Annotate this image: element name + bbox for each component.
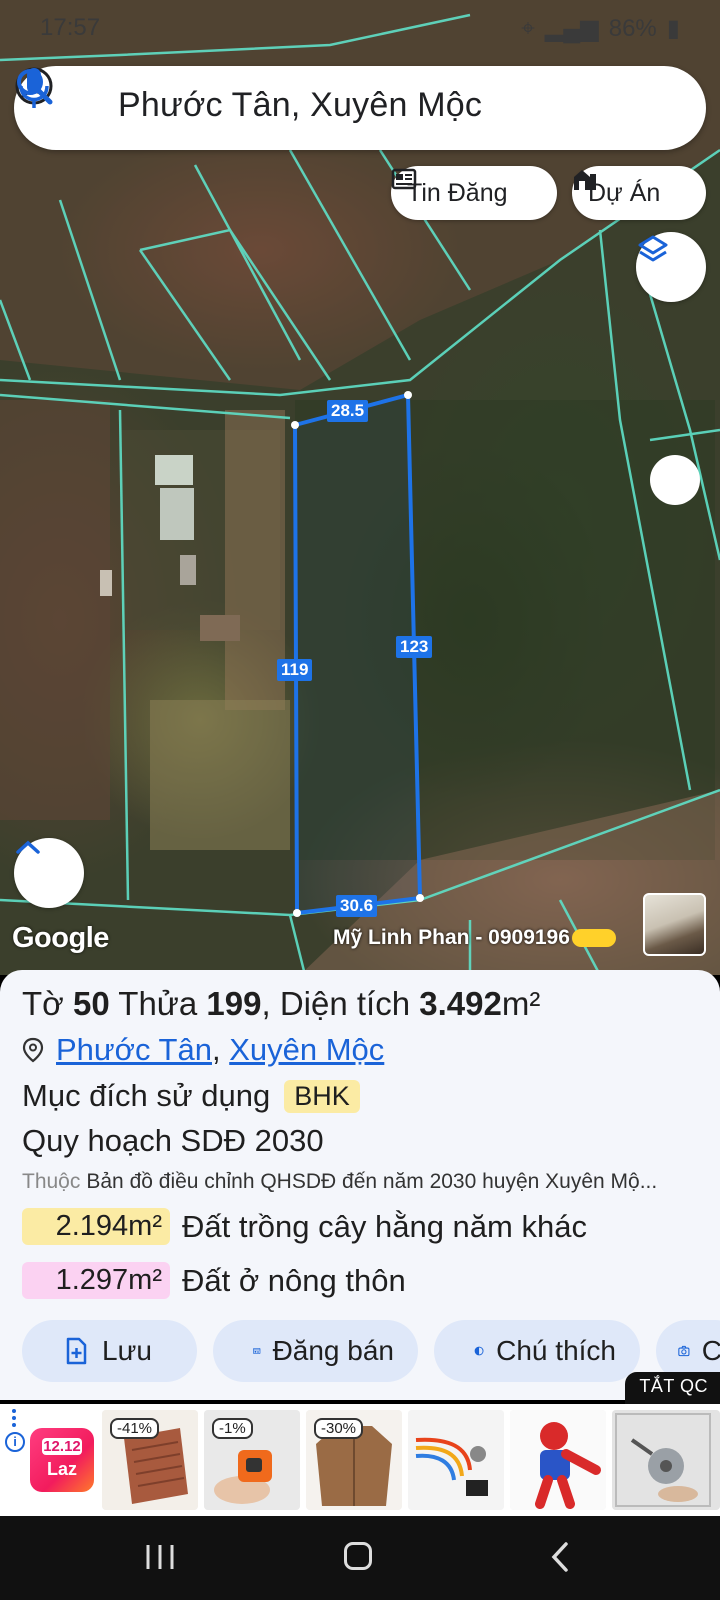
ad-product[interactable]: -30% [306,1410,402,1510]
logo-line1: 12.12 [42,1438,82,1455]
sheet-number: 50 [72,985,110,1022]
battery-icon: ▮ [666,15,680,42]
action-buttons: Lưu Đăng bán Chú thích C [22,1320,720,1382]
building-icon [574,170,596,190]
ad-product[interactable]: -1% [204,1410,300,1510]
close-ads-button[interactable]: TẮT QC [625,1372,720,1404]
purpose-code-badge[interactable]: BHK [284,1079,360,1113]
legend-label: Chú thích [496,1335,616,1366]
land-area-value: 1.297m² [22,1262,170,1299]
location-row: Phước Tân, Xuyên Mộc [22,1032,384,1068]
lazada-logo[interactable]: 12.12 Laz [30,1428,94,1492]
post-for-sale-button[interactable]: Đăng bán [213,1320,418,1382]
land-area-row[interactable]: 1.297m² Đất ở nông thôn [22,1262,406,1299]
recent-apps-icon[interactable] [140,1542,180,1572]
post-for-sale-label: Đăng bán [272,1335,394,1366]
google-logo: Google [12,922,109,954]
ad-info-icon[interactable]: i [5,1432,25,1452]
sheet-label: Tờ [22,985,64,1022]
home-icon[interactable] [344,1542,372,1570]
news-listings-label: Tin Đăng [407,178,508,207]
plot-label: Thửa [118,985,198,1022]
camera-label: C [701,1335,720,1366]
discount-badge: -41% [110,1418,160,1439]
add-document-icon [66,1337,87,1365]
map-handle[interactable] [650,455,700,505]
contrast-icon [474,1346,484,1356]
signal-icon: ▂▄▆ [544,15,599,42]
ward-link[interactable]: Phước Tân [56,1032,212,1067]
battery-level: 86% [608,14,657,42]
land-purpose-row: Mục đích sử dụng BHK [22,1078,360,1114]
microphone-icon[interactable] [14,66,54,110]
status-bar: 17:57 ⌖ ▂▄▆ 86% ▮ [0,0,720,52]
land-area-type: Đất ở nông thôn [182,1262,406,1298]
projects-label: Dự Án [588,178,661,207]
ad-product[interactable] [408,1410,504,1510]
discount-badge: -30% [314,1418,364,1439]
search-bar[interactable]: Phước Tân, Xuyên Mộc [14,66,706,150]
plan-heading: Quy hoạch SDĐ 2030 [22,1123,324,1158]
purpose-label: Mục đích sử dụng [22,1078,271,1113]
district-link[interactable]: Xuyên Mộc [229,1032,384,1067]
location-separator: , [211,1032,221,1067]
plan-source-text: Bản đồ điều chỉnh QHSDĐ đến năm 2030 huy… [86,1170,658,1193]
save-label: Lưu [102,1335,152,1366]
belongs-prefix: Thuộc [22,1170,81,1193]
dimension-label-top: 28.5 [327,400,369,422]
layers-icon [638,235,668,262]
legend-button[interactable]: Chú thích [434,1320,640,1382]
chevron-up-icon [16,840,40,854]
ad-product[interactable] [510,1410,606,1510]
status-icons: ⌖ ▂▄▆ 86% ▮ [521,14,680,43]
plot-number: 199 [206,985,262,1022]
plan-source-row: Thuộc Bản đồ điều chỉnh QHSDĐ đến năm 203… [22,1170,712,1194]
camera-icon [678,1345,690,1357]
map-layers-button[interactable] [636,232,706,302]
area-unit: m² [501,985,541,1022]
agent-contact[interactable]: Mỹ Linh Phan - 0909196 [333,926,616,950]
dimension-label-bottom: 30.6 [336,895,378,917]
news-listings-chip[interactable]: Tin Đăng [391,166,557,220]
land-area-value: 2.194m² [22,1208,170,1245]
dimension-label-left: 119 [277,659,313,681]
ad-product[interactable] [612,1410,720,1510]
location-status-icon: ⌖ [521,14,535,42]
agent-avatar[interactable] [643,893,706,956]
newspaper-icon [391,168,417,190]
land-area-type: Đất trồng cây hằng năm khác [182,1208,587,1244]
status-time: 17:57 [40,14,101,41]
projects-chip[interactable]: Dự Án [572,166,706,220]
area-value: 3.492 [419,985,502,1022]
redacted-number-mark [571,929,616,948]
save-button[interactable]: Lưu [22,1320,197,1382]
dimension-label-right: 123 [396,636,433,658]
parcel-title: Tờ 50 Thửa 199, Diện tích 3.492m² [22,985,540,1023]
ad-product[interactable]: -41% [102,1410,198,1510]
listing-icon [253,1347,261,1355]
area-label: , Diện tích [261,985,411,1022]
location-pin-icon [22,1037,44,1063]
product-lock-image [612,1410,720,1510]
satellite-map[interactable]: 28.5 123 119 30.6 17:57 ⌖ ▂▄▆ 86% ▮ Phướ… [0,0,720,975]
back-icon[interactable] [548,1540,572,1574]
agent-contact-text: Mỹ Linh Phan - 0909196 [333,926,570,949]
discount-badge: -1% [212,1418,253,1439]
product-cables-image [408,1410,504,1510]
land-area-row[interactable]: 2.194m² Đất trồng cây hằng năm khác [22,1208,587,1245]
product-toy-image [510,1410,606,1510]
more-vertical-icon[interactable] [12,1408,16,1428]
logo-line2: Laz [46,1459,77,1479]
expand-up-button[interactable] [14,838,84,908]
search-input[interactable]: Phước Tân, Xuyên Mộc [118,86,482,125]
